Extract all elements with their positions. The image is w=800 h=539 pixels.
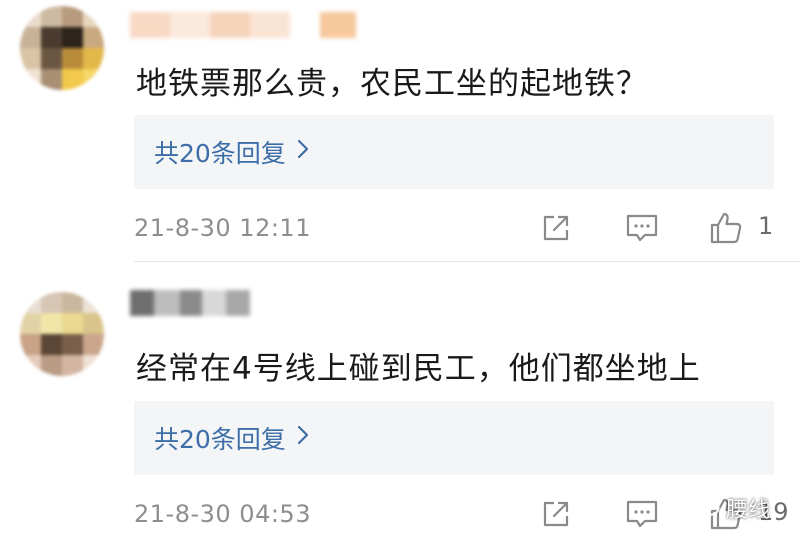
comment-icon[interactable] (624, 496, 660, 532)
comment-text: 地铁票那么贵，农民工坐的起地铁？ (136, 66, 648, 102)
username-blurred[interactable] (130, 290, 250, 316)
view-replies-button[interactable]: 共20条回复 (134, 401, 774, 475)
thumbs-up-icon[interactable] (708, 210, 744, 246)
replies-label: 共20条回复 (154, 425, 286, 454)
comment-item: 经常在4号线上碰到民工，他们都坐地上 共20条回复 21-8-30 04:53 … (0, 262, 800, 539)
timestamp: 21-8-30 12:11 (134, 214, 311, 242)
wechat-logo-icon (690, 492, 720, 524)
chevron-right-icon (296, 424, 310, 452)
watermark: 腰线 (690, 488, 770, 528)
username-blurred[interactable] (130, 12, 356, 38)
comment-meta: 21-8-30 12:11 1 (134, 208, 800, 248)
watermark-text: 腰线 (726, 498, 771, 523)
chevron-right-icon (296, 138, 310, 166)
replies-label: 共20条回复 (154, 139, 286, 168)
comment-icon[interactable] (624, 210, 660, 246)
share-icon[interactable] (538, 496, 574, 532)
avatar[interactable] (20, 292, 104, 376)
comment-list: 地铁票那么贵，农民工坐的起地铁？ 共20条回复 21-8-30 12:11 1 (0, 0, 800, 539)
like-count: 1 (758, 212, 774, 240)
timestamp: 21-8-30 04:53 (134, 500, 311, 528)
avatar[interactable] (20, 6, 104, 90)
view-replies-button[interactable]: 共20条回复 (134, 115, 774, 189)
share-icon[interactable] (538, 210, 574, 246)
comment-text: 经常在4号线上碰到民工，他们都坐地上 (136, 351, 701, 387)
comment-item: 地铁票那么贵，农民工坐的起地铁？ 共20条回复 21-8-30 12:11 1 (0, 0, 800, 262)
